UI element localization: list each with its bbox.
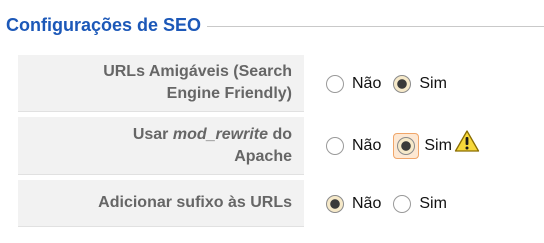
setting-label-url-suffix: Adicionar sufixo às URLs bbox=[18, 180, 304, 227]
label-line: URLs Amigáveis (Search bbox=[103, 63, 292, 80]
label-line: Apache bbox=[234, 147, 292, 165]
section-legend: Configurações de SEO bbox=[0, 10, 544, 40]
option-label: Não bbox=[352, 194, 382, 212]
focus-ring bbox=[393, 133, 420, 159]
setting-label-mod-rewrite: Usar mod_rewrite do Apache bbox=[18, 117, 304, 175]
radio-group-url-suffix: Não Sim bbox=[304, 180, 459, 227]
settings-rows: URLs Amigáveis (Search Engine Friendly) … bbox=[0, 55, 544, 232]
option-label: Sim bbox=[419, 194, 447, 212]
label-text: do bbox=[268, 125, 292, 143]
option-nao[interactable]: Não bbox=[326, 137, 381, 155]
radio-button-nao-selected[interactable] bbox=[326, 194, 344, 213]
setting-row-url-suffix: Adicionar sufixo às URLs Não Sim bbox=[0, 180, 544, 227]
label-emphasis: mod_rewrite bbox=[172, 125, 268, 143]
label-line: Engine Friendly) bbox=[166, 85, 292, 102]
radio-button-sim[interactable] bbox=[393, 194, 412, 213]
seo-settings-panel: Configurações de SEO URLs Amigáveis (Sea… bbox=[0, 0, 544, 243]
legend-divider bbox=[207, 25, 544, 27]
setting-row-friendly-urls: URLs Amigáveis (Search Engine Friendly) … bbox=[0, 55, 544, 112]
radio-group-friendly-urls: Não Sim bbox=[304, 55, 459, 112]
setting-row-mod-rewrite: Usar mod_rewrite do Apache Não Sim bbox=[0, 117, 544, 175]
option-nao[interactable]: Não bbox=[326, 74, 382, 93]
radio-button-nao[interactable] bbox=[326, 137, 344, 155]
option-sim[interactable]: Sim bbox=[393, 194, 447, 213]
option-label: Não bbox=[352, 137, 382, 154]
option-nao[interactable]: Não bbox=[326, 194, 382, 213]
setting-label-friendly-urls: URLs Amigáveis (Search Engine Friendly) bbox=[18, 55, 304, 112]
radio-button-nao[interactable] bbox=[326, 74, 344, 93]
section-title: Configurações de SEO bbox=[6, 14, 202, 35]
option-sim[interactable]: Sim bbox=[393, 74, 447, 93]
option-label: Sim bbox=[424, 137, 452, 154]
label-line: Adicionar sufixo às URLs bbox=[98, 194, 292, 211]
option-label: Não bbox=[352, 74, 382, 92]
label-text: Usar bbox=[132, 125, 173, 143]
radio-button-sim-selected[interactable] bbox=[393, 74, 412, 93]
radio-group-mod-rewrite: Não Sim bbox=[304, 117, 480, 175]
warning-icon bbox=[454, 129, 480, 158]
radio-button-sim-selected[interactable] bbox=[397, 137, 416, 155]
option-label: Sim bbox=[419, 74, 447, 92]
option-sim[interactable]: Sim bbox=[393, 133, 452, 159]
